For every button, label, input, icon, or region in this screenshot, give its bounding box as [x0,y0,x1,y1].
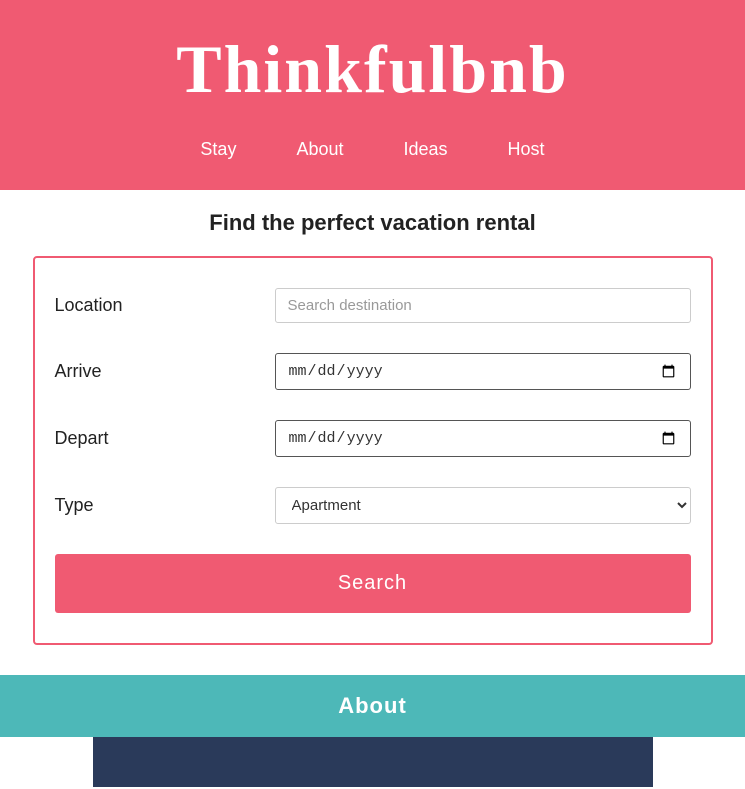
location-label: Location [55,295,275,316]
nav-ideas[interactable]: Ideas [404,139,448,160]
location-row: Location [55,288,691,323]
app-title: Thinkfulbnb [0,20,745,129]
arrive-row: Arrive [55,353,691,390]
about-image [93,737,653,787]
header: Thinkfulbnb Stay About Ideas Host [0,0,745,190]
search-form: Location Arrive Depart Type Apartment Ho… [33,256,713,645]
arrive-date-input[interactable] [275,353,691,390]
nav-about[interactable]: About [296,139,343,160]
nav-stay[interactable]: Stay [200,139,236,160]
type-label: Type [55,495,275,516]
main-nav: Stay About Ideas Host [0,129,745,180]
type-row: Type Apartment House Condo Villa [55,487,691,524]
nav-host[interactable]: Host [508,139,545,160]
main-content: Find the perfect vacation rental Locatio… [0,190,745,675]
depart-row: Depart [55,420,691,457]
depart-date-input[interactable] [275,420,691,457]
arrive-label: Arrive [55,361,275,382]
search-button[interactable]: Search [55,554,691,613]
page-subtitle: Find the perfect vacation rental [30,210,715,236]
about-title: About [18,693,727,719]
depart-label: Depart [55,428,275,449]
about-section: About [0,675,745,737]
type-select[interactable]: Apartment House Condo Villa [275,487,691,524]
location-input[interactable] [275,288,691,323]
